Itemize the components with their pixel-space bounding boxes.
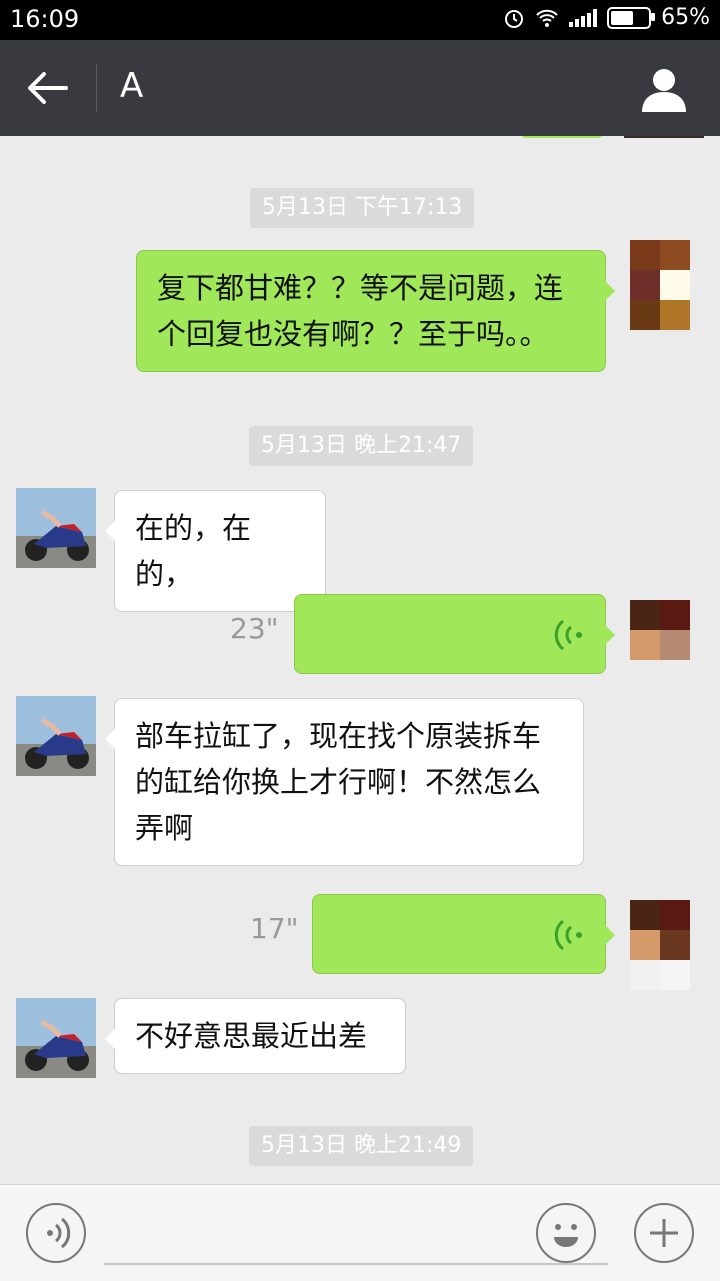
avatar-self[interactable]: [630, 600, 690, 660]
plus-icon[interactable]: [634, 1203, 694, 1263]
avatar-contact[interactable]: [16, 488, 96, 568]
status-time: 16:09: [10, 5, 80, 33]
timestamp: 5月13日 晚上21:49: [249, 1126, 474, 1166]
avatar-self[interactable]: [630, 240, 690, 330]
chat-header: A: [0, 40, 720, 136]
alarm-icon: [505, 9, 524, 28]
signal-icon: [569, 8, 598, 27]
voice-wave-icon: [554, 919, 582, 951]
voice-message-sent[interactable]: [294, 594, 615, 674]
previous-avatar-edge: [624, 136, 704, 138]
message-bubble-sent[interactable]: 复下都甘难？？等不是问题，连个回复也没有啊？？至于吗。。: [136, 250, 615, 372]
avatar-contact[interactable]: [16, 998, 96, 1078]
status-icons: 65%: [503, 5, 710, 30]
voice-icon[interactable]: [26, 1203, 86, 1263]
message-bubble-received[interactable]: 在的，在的，: [105, 490, 326, 612]
message-bubble-received[interactable]: 部车拉缸了，现在找个原装拆车的缸给你换上才行啊！不然怎么弄啊: [105, 698, 584, 866]
chat-area[interactable]: 5月13日 下午17:13 复下都甘难？？等不是问题，连个回复也没有啊？？至于吗…: [0, 136, 720, 1184]
person-icon[interactable]: [640, 66, 688, 114]
voice-wave-icon: [554, 619, 582, 651]
status-bar: 16:09 65%: [0, 0, 720, 40]
header-divider: [96, 64, 97, 112]
timestamp: 5月13日 下午17:13: [250, 188, 475, 228]
voice-duration: 17": [250, 912, 299, 945]
voice-duration: 23": [230, 612, 279, 645]
arrow-left-icon[interactable]: [26, 68, 70, 108]
emoji-icon[interactable]: [536, 1203, 596, 1263]
avatar-self[interactable]: [630, 900, 690, 990]
message-bubble-received[interactable]: 不好意思最近出差: [105, 998, 406, 1074]
timestamp: 5月13日 晚上21:47: [249, 426, 474, 466]
message-input[interactable]: [104, 1263, 608, 1265]
wifi-icon: [536, 9, 558, 27]
input-bar: [0, 1184, 720, 1281]
avatar-contact[interactable]: [16, 696, 96, 776]
chat-title: A: [120, 66, 144, 106]
battery-percent: 65%: [661, 5, 710, 30]
previous-bubble-edge: [520, 136, 604, 138]
voice-message-sent[interactable]: [312, 894, 615, 974]
battery-icon: [607, 6, 656, 29]
